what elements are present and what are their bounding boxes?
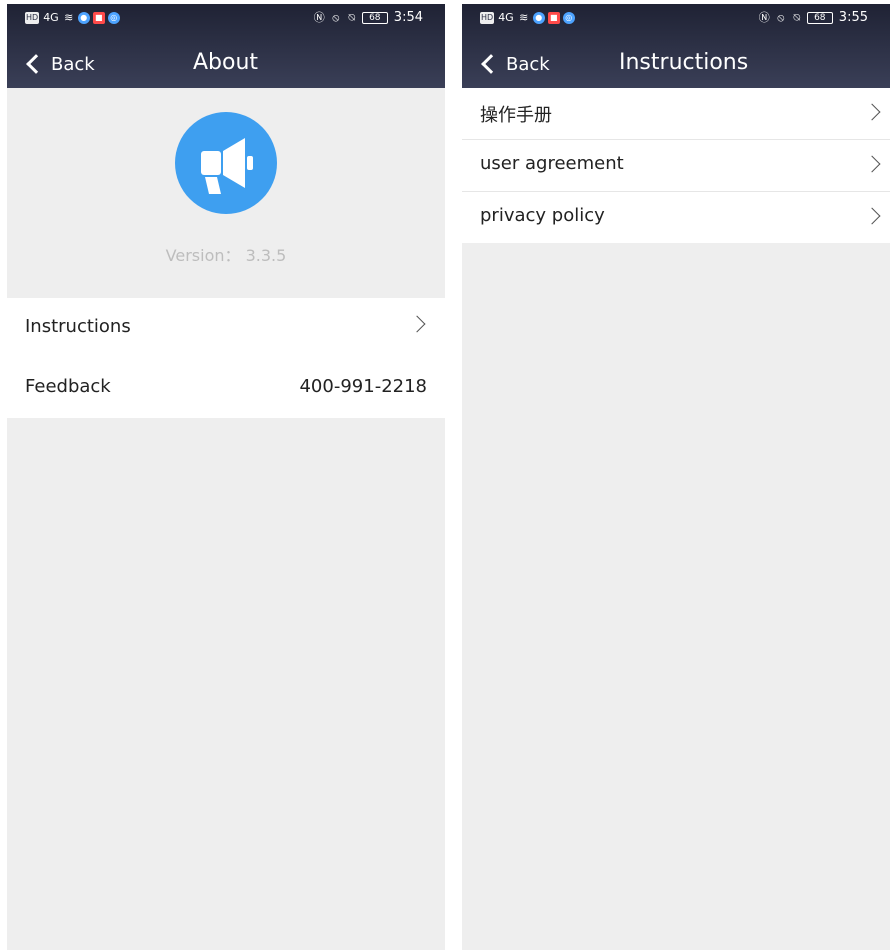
chevron-left-icon bbox=[26, 54, 46, 74]
back-label: Back bbox=[51, 53, 95, 75]
feedback-row[interactable]: Feedback 400-991-2218 bbox=[7, 358, 445, 418]
feedback-phone[interactable]: 400-991-2218 bbox=[299, 376, 427, 397]
header-bar: HD 4G ≋ ● ■ ◎ Ⓝ ⦸ ⍉ 68 3:55 Back Instruc… bbox=[462, 4, 890, 88]
manual-label: 操作手册 bbox=[480, 105, 552, 126]
status-icons-right: Ⓝ ⦸ ⍉ 68 3:55 bbox=[758, 10, 868, 25]
page-title: Instructions bbox=[619, 50, 749, 75]
vibrate-icon: ⦸ bbox=[332, 10, 340, 24]
instructions-row[interactable]: Instructions bbox=[7, 298, 445, 358]
wifi-icon: ≋ bbox=[519, 11, 529, 24]
status-icons-left: HD 4G ≋ ● ■ ◎ bbox=[25, 12, 120, 24]
manual-row[interactable]: 操作手册 bbox=[462, 88, 890, 140]
megaphone-icon bbox=[175, 112, 277, 214]
chevron-right-icon bbox=[863, 155, 881, 173]
instructions-screen: HD 4G ≋ ● ■ ◎ Ⓝ ⦸ ⍉ 68 3:55 Back Instruc… bbox=[462, 4, 890, 950]
user-agreement-label: user agreement bbox=[480, 153, 624, 174]
about-screen: HD 4G ≋ ● ■ ◎ Ⓝ ⦸ ⍉ 68 3:54 Back About V… bbox=[7, 4, 445, 950]
status-time: 3:54 bbox=[393, 10, 423, 25]
app-notification-icon: ● bbox=[532, 12, 545, 24]
status-icons-right: Ⓝ ⦸ ⍉ 68 3:54 bbox=[313, 10, 423, 25]
status-bar: HD 4G ≋ ● ■ ◎ Ⓝ ⦸ ⍉ 68 3:55 bbox=[462, 4, 890, 34]
chevron-left-icon bbox=[481, 54, 501, 74]
mute-icon: ⍉ bbox=[348, 10, 356, 24]
instructions-label: Instructions bbox=[25, 316, 131, 337]
nfc-icon: Ⓝ bbox=[313, 10, 325, 24]
message-notification-icon: ■ bbox=[92, 12, 105, 24]
back-button[interactable]: Back bbox=[23, 48, 95, 80]
feedback-label: Feedback bbox=[25, 376, 111, 397]
privacy-policy-row[interactable]: privacy policy bbox=[462, 192, 890, 244]
message-notification-icon: ■ bbox=[547, 12, 560, 24]
privacy-policy-label: privacy policy bbox=[480, 205, 605, 226]
app-info: Version： 3.3.5 bbox=[7, 88, 445, 298]
back-label: Back bbox=[506, 53, 550, 75]
battery-icon: 68 bbox=[806, 11, 833, 24]
hd-icon: HD bbox=[25, 12, 40, 24]
browser-notification-icon: ◎ bbox=[107, 12, 120, 24]
version-text: Version： 3.3.5 bbox=[165, 246, 287, 265]
nfc-icon: Ⓝ bbox=[758, 10, 770, 24]
app-notification-icon: ● bbox=[77, 12, 90, 24]
status-time: 3:55 bbox=[838, 10, 868, 25]
about-menu: Instructions Feedback 400-991-2218 bbox=[7, 298, 445, 418]
page-title: About bbox=[193, 50, 259, 75]
header-bar: HD 4G ≋ ● ■ ◎ Ⓝ ⦸ ⍉ 68 3:54 Back About bbox=[7, 4, 445, 88]
user-agreement-row[interactable]: user agreement bbox=[462, 140, 890, 192]
instructions-list: 操作手册 user agreement privacy policy bbox=[462, 88, 890, 243]
wifi-icon: ≋ bbox=[64, 11, 74, 24]
mute-icon: ⍉ bbox=[793, 10, 801, 24]
status-icons-left: HD 4G ≋ ● ■ ◎ bbox=[480, 12, 575, 24]
hd-icon: HD bbox=[480, 12, 495, 24]
chevron-right-icon bbox=[863, 103, 881, 121]
back-button[interactable]: Back bbox=[478, 48, 550, 80]
vibrate-icon: ⦸ bbox=[777, 10, 785, 24]
signal-icon: 4G bbox=[43, 11, 59, 24]
signal-icon: 4G bbox=[498, 11, 514, 24]
browser-notification-icon: ◎ bbox=[562, 12, 575, 24]
chevron-right-icon bbox=[408, 315, 426, 333]
chevron-right-icon bbox=[863, 207, 881, 225]
status-bar: HD 4G ≋ ● ■ ◎ Ⓝ ⦸ ⍉ 68 3:54 bbox=[7, 4, 445, 34]
battery-icon: 68 bbox=[361, 11, 388, 24]
